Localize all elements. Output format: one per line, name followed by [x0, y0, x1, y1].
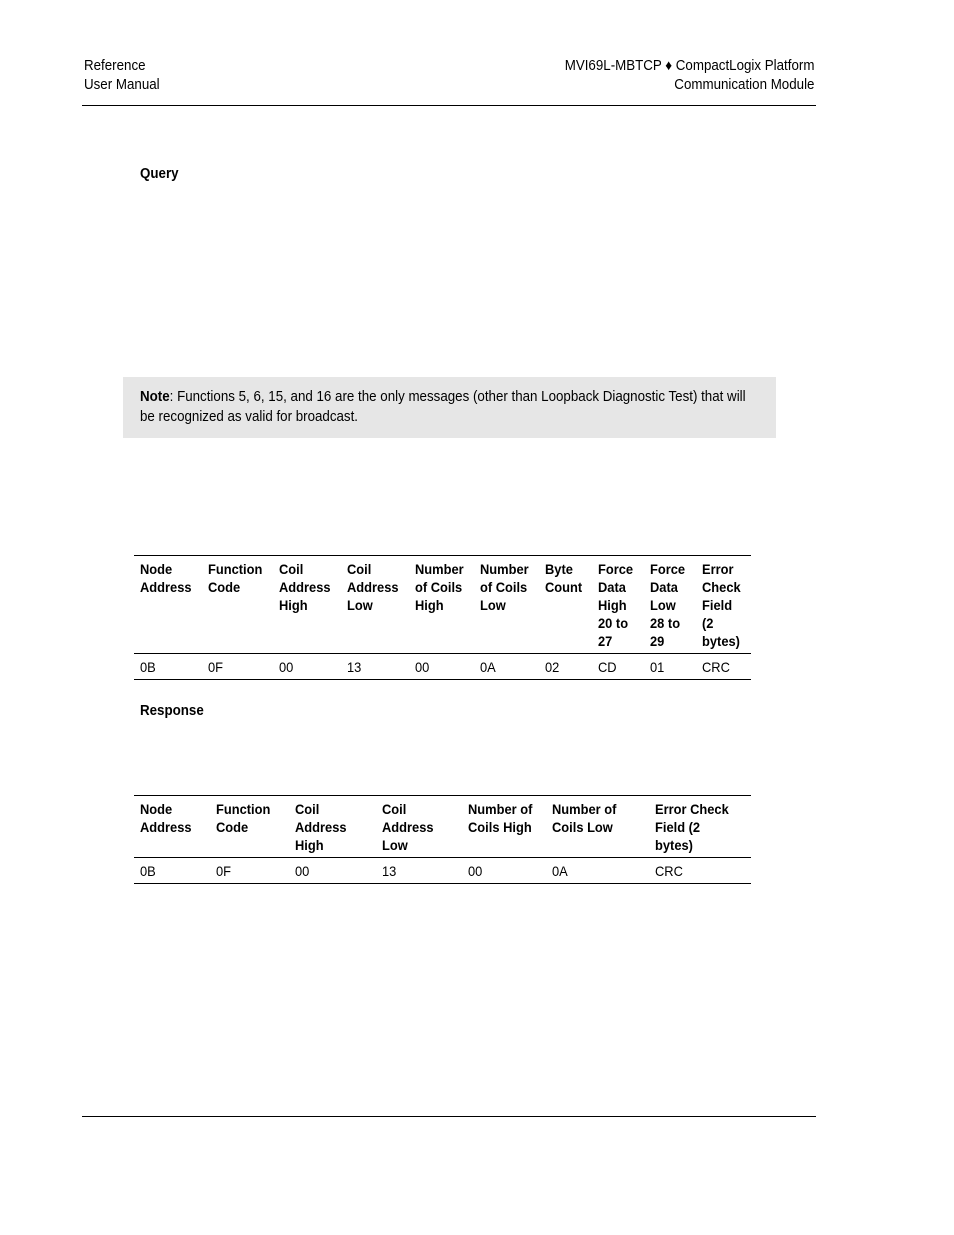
- table-row: 0B 0F 00 13 00 0A 02 CD 01 CRC: [134, 654, 751, 680]
- column-header: Byte Count: [545, 561, 583, 595]
- note-text: : Functions 5, 6, 15, and 16 are the onl…: [140, 389, 746, 425]
- table-cell: 0F: [208, 659, 224, 675]
- column-header: Coil Address High: [279, 561, 331, 613]
- header-doc-subtype: User Manual: [84, 77, 160, 93]
- table-row: 0B 0F 00 13 00 0A CRC: [134, 858, 751, 884]
- response-table-header-row: Node Address Function Code Coil Address …: [134, 795, 751, 858]
- footer-divider: [82, 1116, 816, 1117]
- column-header: Coil Address Low: [382, 801, 434, 853]
- table-cell: 0F: [216, 863, 232, 879]
- table-cell: 01: [650, 659, 665, 675]
- table-cell: 0A: [552, 863, 568, 879]
- header-divider: [82, 105, 816, 106]
- column-header: Error Check Field (2 bytes): [655, 801, 729, 853]
- column-header: Number of Coils Low: [552, 801, 617, 835]
- table-cell: 0A: [480, 659, 496, 675]
- note-label: Note: [140, 389, 170, 405]
- table-cell: CRC: [702, 659, 731, 675]
- response-table: Node Address Function Code Coil Address …: [134, 795, 751, 884]
- column-header: Function Code: [216, 801, 271, 835]
- column-header: Number of Coils Low: [480, 561, 529, 613]
- response-heading: Response: [140, 703, 204, 719]
- table-cell: 0B: [140, 863, 156, 879]
- column-header: Number of Coils High: [415, 561, 464, 613]
- table-cell: 13: [347, 659, 362, 675]
- table-cell: 00: [468, 863, 483, 879]
- header-doc-type: Reference: [84, 58, 146, 74]
- header-product-sub: Communication Module: [673, 77, 814, 93]
- column-header: Node Address: [140, 561, 192, 595]
- query-heading: Query: [140, 166, 179, 182]
- header-left: Reference User Manual: [84, 57, 160, 95]
- table-cell: 00: [279, 659, 294, 675]
- table-cell: CRC: [655, 863, 683, 879]
- table-cell: CD: [598, 659, 618, 675]
- query-table-header-row: Node Address Function Code Coil Address …: [134, 555, 751, 654]
- column-header: Function Code: [208, 561, 263, 595]
- column-header: Number of Coils High: [468, 801, 533, 835]
- header-right: MVI69L-MBTCP ♦ CompactLogix Platform Com…: [564, 57, 814, 95]
- column-header: Force Data High 20 to 27: [598, 561, 634, 649]
- header-product: MVI69L-MBTCP ♦ CompactLogix Platform: [564, 58, 814, 74]
- table-cell: 00: [415, 659, 430, 675]
- column-header: Coil Address Low: [347, 561, 399, 613]
- query-table: Node Address Function Code Coil Address …: [134, 555, 751, 680]
- column-header: Node Address: [140, 801, 192, 835]
- table-cell: 13: [382, 863, 397, 879]
- column-header: Force Data Low 28 to 29: [650, 561, 686, 649]
- table-cell: 0B: [140, 659, 156, 675]
- table-cell: 00: [295, 863, 310, 879]
- table-cell: 02: [545, 659, 560, 675]
- column-header: Coil Address High: [295, 801, 347, 853]
- column-header: Error Check Field (2 bytes): [702, 561, 741, 649]
- note-box: Note: Functions 5, 6, 15, and 16 are the…: [123, 377, 776, 438]
